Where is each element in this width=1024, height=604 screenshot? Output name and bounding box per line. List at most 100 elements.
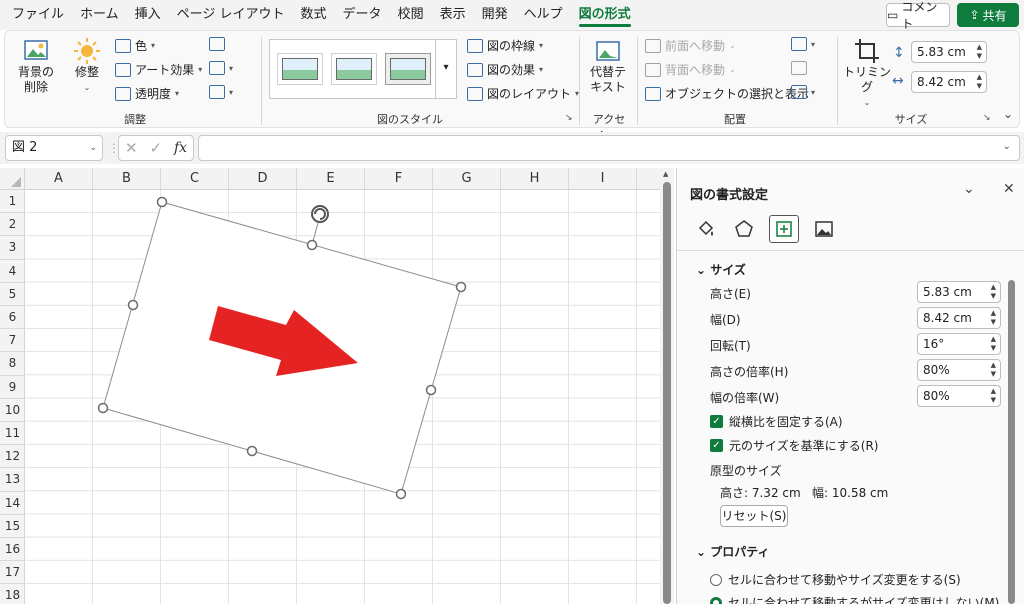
close-icon[interactable]: ✕ [1003, 181, 1015, 197]
color-icon [115, 38, 131, 53]
pane-options-icon[interactable]: ⌄ [963, 181, 975, 197]
tab-size-properties[interactable] [769, 215, 799, 243]
transparency-button[interactable]: 透明度 ▾ [115, 85, 179, 102]
worksheet[interactable]: ABCDEFGHI 1 2 3 4 5 6 7 8 9 10 11 12 13 14 15 16 17 18 [0, 168, 660, 604]
align-button[interactable]: ▾ [791, 37, 815, 51]
scale-height-input[interactable]: 80% ▲ ▼ [917, 359, 1001, 381]
formula-input[interactable]: ⌄ [198, 135, 1020, 161]
move-and-size-radio[interactable]: セルに合わせて移動やサイズ変更をする(S) [710, 571, 961, 588]
lock-aspect-checkbox[interactable]: ✓ 縦横比を固定する(A) [710, 413, 843, 430]
name-box-value: 図 2 [12, 140, 38, 155]
tab-1[interactable]: ホーム [72, 0, 127, 30]
rotation-input[interactable]: 16° ▲ ▼ [917, 333, 1001, 355]
picture-icon [815, 221, 833, 237]
ribbon-height-input[interactable]: 5.83 cm ▲ ▼ [911, 41, 987, 63]
pane-scrollbar[interactable] [1008, 280, 1015, 604]
picture-layout-button[interactable]: 図のレイアウト ▾ [467, 85, 579, 102]
selection-pane-button[interactable]: オブジェクトの選択と表示 [645, 85, 809, 102]
compress-pictures-button[interactable] [209, 37, 225, 51]
spinner-arrows-icon[interactable]: ▲ ▼ [991, 387, 996, 405]
tab-8[interactable]: 開発 [474, 0, 516, 30]
group-button[interactable] [791, 61, 807, 75]
tab-9[interactable]: ヘルプ [516, 0, 571, 30]
resize-handle[interactable] [425, 384, 437, 396]
dialog-launcher-icon[interactable]: ↘ [565, 113, 573, 123]
picture-style-3[interactable] [385, 53, 431, 85]
collapse-ribbon-icon[interactable]: ⌄ [1003, 107, 1013, 121]
spinner-arrows-icon[interactable]: ▲ ▼ [977, 43, 982, 61]
ribbon-width-input[interactable]: 8.42 cm ▲ ▼ [911, 71, 987, 93]
change-picture-button[interactable]: ▾ [209, 61, 233, 75]
spinner-arrows-icon[interactable]: ▲ ▼ [991, 283, 996, 301]
fill-bucket-icon [698, 220, 714, 236]
color-button[interactable]: 色 ▾ [115, 37, 155, 54]
size-section-header[interactable]: ⌄ サイズ [696, 261, 746, 278]
picture-style-1[interactable] [277, 53, 323, 85]
picture-border-button[interactable]: 図の枠線 ▾ [467, 37, 543, 54]
rotate-button[interactable]: ▾ [791, 85, 815, 99]
resize-handle[interactable] [306, 239, 318, 251]
tab-0[interactable]: ファイル [4, 0, 72, 30]
chevron-down-icon[interactable]: ⌄ [89, 136, 97, 160]
relative-original-checkbox[interactable]: ✓ 元のサイズを基準にする(R) [710, 437, 878, 454]
chevron-down-icon: ⌄ [696, 263, 711, 277]
scale-width-input[interactable]: 80% ▲ ▼ [917, 385, 1001, 407]
resize-handle[interactable] [156, 196, 168, 208]
corrections-button[interactable]: 修整 ⌄ [67, 37, 107, 95]
vertical-scrollbar[interactable]: ▲ [660, 168, 674, 604]
resize-handle[interactable] [127, 299, 139, 311]
tab-2[interactable]: 挿入 [127, 0, 169, 30]
send-backward-button[interactable]: 背面へ移動 ⌄ [645, 61, 736, 78]
width-input[interactable]: 8.42 cm ▲ ▼ [917, 307, 1001, 329]
bring-forward-button[interactable]: 前面へ移動 ⌄ [645, 37, 736, 54]
tab-picture[interactable] [809, 215, 839, 243]
tab-5[interactable]: データ [335, 0, 390, 30]
name-box[interactable]: 図 2 ⌄ [5, 135, 103, 161]
tab-6[interactable]: 校閲 [390, 0, 432, 30]
scrollbar-thumb[interactable] [663, 182, 671, 604]
gallery-more-button[interactable]: ▾ [435, 39, 457, 99]
compress-icon [209, 37, 225, 51]
rotate-handle-icon[interactable] [311, 205, 329, 223]
chevron-down-icon[interactable]: ⌄ [1003, 141, 1011, 152]
share-icon: ⇪ [969, 8, 980, 22]
formula-tools: ✕ ✓ fx [118, 135, 194, 161]
picture-style-2[interactable] [331, 53, 377, 85]
art-effects-button[interactable]: アート効果 ▾ [115, 61, 202, 78]
reset-picture-button[interactable]: ▾ [209, 85, 233, 99]
comment-button[interactable]: ▭ コメント [886, 0, 950, 31]
insert-function-icon[interactable]: fx [174, 140, 187, 156]
tab-3[interactable]: ページ レイアウト [169, 0, 293, 30]
spinner-arrows-icon[interactable]: ▲ ▼ [991, 309, 996, 327]
tab-effects[interactable] [729, 215, 759, 243]
remove-background-button[interactable]: 背景の 削除 [13, 37, 59, 95]
tab-fill-line[interactable] [691, 215, 721, 243]
share-button[interactable]: ⇪ 共有 [957, 3, 1019, 27]
send-backward-icon [645, 62, 661, 77]
picture-effects-button[interactable]: 図の効果 ▾ [467, 61, 543, 78]
rotated-picture[interactable] [0, 168, 660, 604]
alt-text-button[interactable]: 代替テ キスト [585, 39, 631, 95]
resize-handle[interactable] [395, 488, 407, 500]
spinner-arrows-icon[interactable]: ▲ ▼ [991, 361, 996, 379]
tab-7[interactable]: 表示 [432, 0, 474, 30]
dialog-launcher-icon[interactable]: ↘ [983, 113, 991, 123]
move-no-size-radio[interactable]: セルに合わせて移動するがサイズ変更はしない(M) [710, 594, 999, 604]
spinner-arrows-icon[interactable]: ▲ ▼ [991, 335, 996, 353]
cancel-icon[interactable]: ✕ [125, 139, 138, 157]
properties-section-header[interactable]: ⌄ プロパティ [696, 543, 770, 560]
spinner-arrows-icon[interactable]: ▲ ▼ [977, 73, 982, 91]
height-input[interactable]: 5.83 cm ▲ ▼ [917, 281, 1001, 303]
resize-handle[interactable] [97, 402, 109, 414]
resize-handle[interactable] [246, 445, 258, 457]
picture-layout-label: 図のレイアウト [487, 87, 572, 101]
width-value: 8.42 cm [923, 311, 972, 325]
tab-10[interactable]: 図の形式 [571, 0, 639, 30]
enter-icon[interactable]: ✓ [149, 139, 162, 157]
reset-button[interactable]: リセット(S) [720, 505, 788, 527]
crop-button[interactable]: トリミング ⌄ [841, 37, 893, 110]
resize-handle[interactable] [455, 281, 467, 293]
tab-4[interactable]: 数式 [293, 0, 335, 30]
chevron-down-icon: ▾ [811, 39, 816, 49]
scroll-up-icon[interactable]: ▲ [663, 170, 668, 178]
